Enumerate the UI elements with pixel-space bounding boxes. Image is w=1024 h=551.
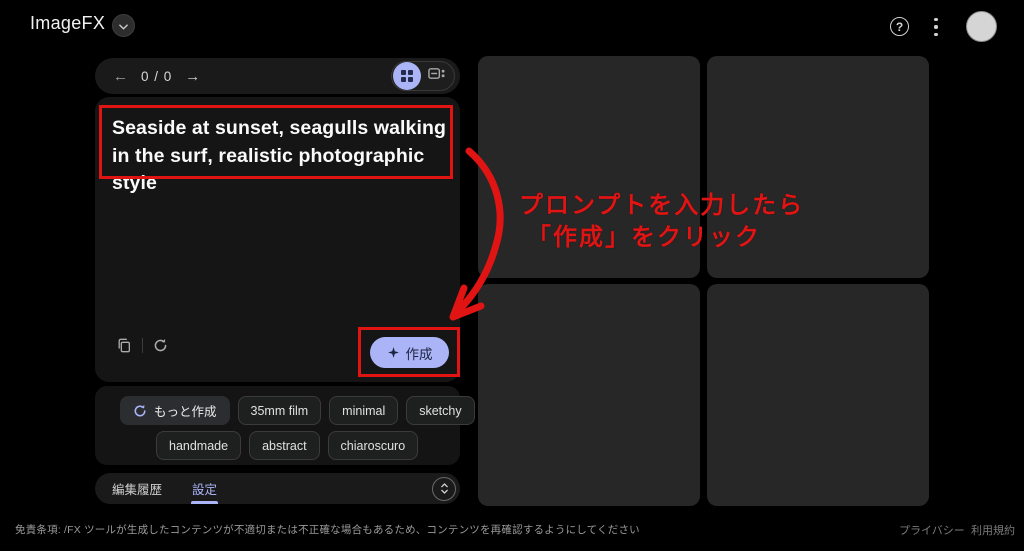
- grid-view-button[interactable]: [393, 62, 421, 90]
- strip-view-icon: [428, 67, 445, 85]
- regenerate-prompt-button[interactable]: [153, 338, 168, 353]
- chip-style[interactable]: 35mm film: [237, 396, 322, 425]
- image-placeholder-tile: [707, 56, 929, 278]
- app-title: ImageFX: [30, 13, 106, 33]
- prompt-input[interactable]: Seaside at sunset, seagulls walking in t…: [112, 115, 448, 198]
- app-switcher-button[interactable]: [112, 14, 135, 37]
- chip-label: もっと作成: [154, 405, 217, 419]
- create-button[interactable]: 作成: [370, 337, 449, 368]
- chip-style[interactable]: handmade: [156, 431, 242, 460]
- active-tab-indicator: [191, 501, 219, 504]
- view-toggle: [391, 61, 455, 91]
- prompt-card: Seaside at sunset, seagulls walking in t…: [95, 97, 460, 382]
- strip-view-button[interactable]: [428, 67, 445, 85]
- copy-prompt-button[interactable]: [116, 337, 132, 353]
- generation-counter: 0 / 0: [141, 68, 173, 84]
- bottom-tabs-bar: 編集履歴 設定: [95, 473, 460, 504]
- chip-label: minimal: [342, 403, 386, 418]
- generation-nav-bar: ← 0 / 0 →: [95, 58, 460, 94]
- imagefx-app: ImageFX ? ← 0 / 0 → Seaside at sunset, s…: [0, 0, 1024, 551]
- disclaimer-text: 免責条項: /FX ツールが生成したコンテンツが不適切または不正確な場合もあるた…: [15, 524, 640, 536]
- create-button-label: 作成: [405, 346, 433, 362]
- image-placeholder-tile: [478, 56, 700, 278]
- prompt-actions: [116, 337, 168, 353]
- chip-label: abstract: [262, 438, 307, 453]
- prev-arrow-icon[interactable]: ←: [113, 69, 128, 84]
- refresh-icon: [133, 404, 147, 418]
- divider: [142, 337, 143, 353]
- chip-label: 35mm film: [250, 403, 309, 418]
- copy-icon: [118, 338, 130, 353]
- expand-panel-button[interactable]: [432, 476, 456, 501]
- refresh-icon: [154, 338, 167, 351]
- tab-settings[interactable]: 設定: [191, 473, 219, 504]
- privacy-link[interactable]: プライバシー: [899, 522, 965, 538]
- overflow-menu-icon[interactable]: [931, 18, 941, 36]
- chip-label: chiaroscuro: [340, 438, 406, 453]
- chip-style[interactable]: abstract: [249, 431, 320, 460]
- tab-settings-label: 設定: [192, 483, 218, 497]
- chevron-down-icon: [119, 17, 128, 35]
- chip-more-create[interactable]: もっと作成: [120, 396, 230, 425]
- next-arrow-icon[interactable]: →: [185, 69, 200, 84]
- chip-label: sketchy: [419, 403, 462, 418]
- chip-style[interactable]: minimal: [329, 396, 399, 425]
- help-icon[interactable]: ?: [890, 17, 909, 36]
- grid-icon: [401, 70, 413, 82]
- avatar[interactable]: [966, 11, 997, 42]
- terms-link[interactable]: 利用規約: [971, 522, 1015, 538]
- image-placeholder-tile: [478, 284, 700, 506]
- suggestion-chips-panel: もっと作成 35mm film minimal sketchy handmade…: [95, 386, 475, 465]
- chip-style[interactable]: chiaroscuro: [327, 431, 419, 460]
- tab-edit-history[interactable]: 編集履歴: [112, 479, 162, 498]
- chip-label: handmade: [169, 438, 229, 453]
- chip-style[interactable]: sketchy: [406, 396, 475, 425]
- unfold-icon: [440, 482, 449, 495]
- sparkle-icon: [387, 346, 400, 359]
- image-results-grid: [478, 56, 929, 506]
- image-placeholder-tile: [707, 284, 929, 506]
